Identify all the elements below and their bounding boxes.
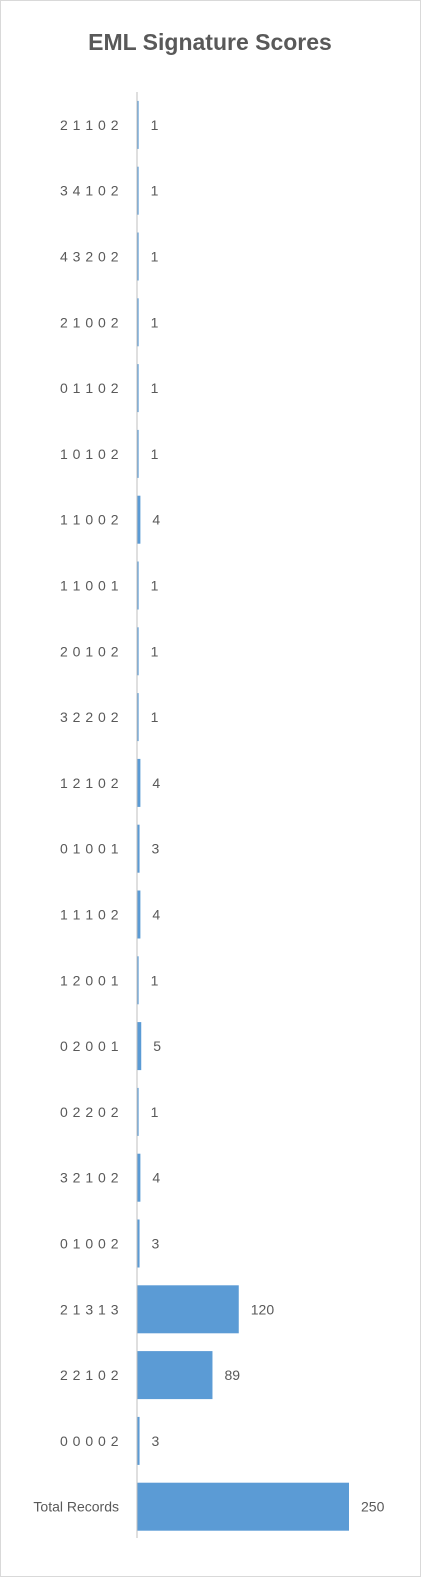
category-label: 0 1 0 0 1 xyxy=(60,841,119,857)
data-label: 4 xyxy=(152,907,160,923)
data-label: 3 xyxy=(152,1433,160,1449)
category-label: 3 4 1 0 2 xyxy=(60,183,119,199)
data-label: 1 xyxy=(151,314,159,330)
category-label: 1 1 1 0 2 xyxy=(60,907,119,923)
bar xyxy=(137,1351,213,1400)
data-label: 1 xyxy=(151,183,159,199)
category-label: 2 0 1 0 2 xyxy=(60,643,119,659)
category-label: 2 1 1 0 2 xyxy=(60,117,119,133)
chart-title: EML Signature Scores xyxy=(88,29,332,55)
category-label: 0 1 1 0 2 xyxy=(60,380,119,396)
category-labels: 2 1 1 0 2 3 4 1 0 2 4 3 2 0 2 2 1 0 0 2 0 1 … xyxy=(33,117,119,1515)
bar-chart: EML Signature Scores 2 1 1 0 2 3 4 1 0 2 4… xyxy=(33,29,385,1538)
data-label: 1 xyxy=(151,380,159,396)
category-label: Total Records xyxy=(33,1499,119,1515)
bar xyxy=(137,890,141,939)
data-label: 4 xyxy=(152,512,160,528)
data-label: 120 xyxy=(251,1301,275,1317)
category-label: 1 1 0 0 1 xyxy=(60,578,119,594)
bar xyxy=(137,495,141,544)
bars-group xyxy=(137,100,349,1531)
category-label: 1 2 0 0 1 xyxy=(60,972,119,988)
data-label: 1 xyxy=(151,249,159,265)
category-label: 3 2 2 0 2 xyxy=(60,709,119,725)
data-label: 4 xyxy=(152,775,160,791)
category-label: 0 0 0 0 2 xyxy=(60,1433,119,1449)
data-label: 1 xyxy=(151,1104,159,1120)
bar xyxy=(137,1285,239,1334)
category-label: 0 2 2 0 2 xyxy=(60,1104,119,1120)
category-label: 1 2 1 0 2 xyxy=(60,775,119,791)
data-label: 3 xyxy=(152,1236,160,1252)
data-label: 250 xyxy=(361,1499,385,1515)
chart-area: EML Signature Scores 2 1 1 0 2 3 4 1 0 2 4… xyxy=(0,0,421,1577)
data-label: 1 xyxy=(151,446,159,462)
data-label: 89 xyxy=(224,1367,240,1383)
category-label: 0 1 0 0 2 xyxy=(60,1236,119,1252)
bar xyxy=(137,1022,142,1071)
category-label: 2 1 3 1 3 xyxy=(60,1301,119,1317)
data-label: 1 xyxy=(151,578,159,594)
data-label: 1 xyxy=(151,972,159,988)
category-label: 3 2 1 0 2 xyxy=(60,1170,119,1186)
bar xyxy=(137,758,141,807)
category-label: 0 2 0 0 1 xyxy=(60,1038,119,1054)
category-label: 2 2 1 0 2 xyxy=(60,1367,119,1383)
data-label: 3 xyxy=(152,841,160,857)
data-label: 1 xyxy=(151,117,159,133)
data-label: 4 xyxy=(152,1170,160,1186)
data-label: 5 xyxy=(153,1038,161,1054)
data-label: 1 xyxy=(151,643,159,659)
category-label: 2 1 0 0 2 xyxy=(60,314,119,330)
data-label: 1 xyxy=(151,709,159,725)
category-label: 1 0 1 0 2 xyxy=(60,446,119,462)
category-label: 1 1 0 0 2 xyxy=(60,512,119,528)
category-label: 4 3 2 0 2 xyxy=(60,249,119,265)
bar xyxy=(137,1482,349,1531)
bar xyxy=(137,1153,141,1202)
